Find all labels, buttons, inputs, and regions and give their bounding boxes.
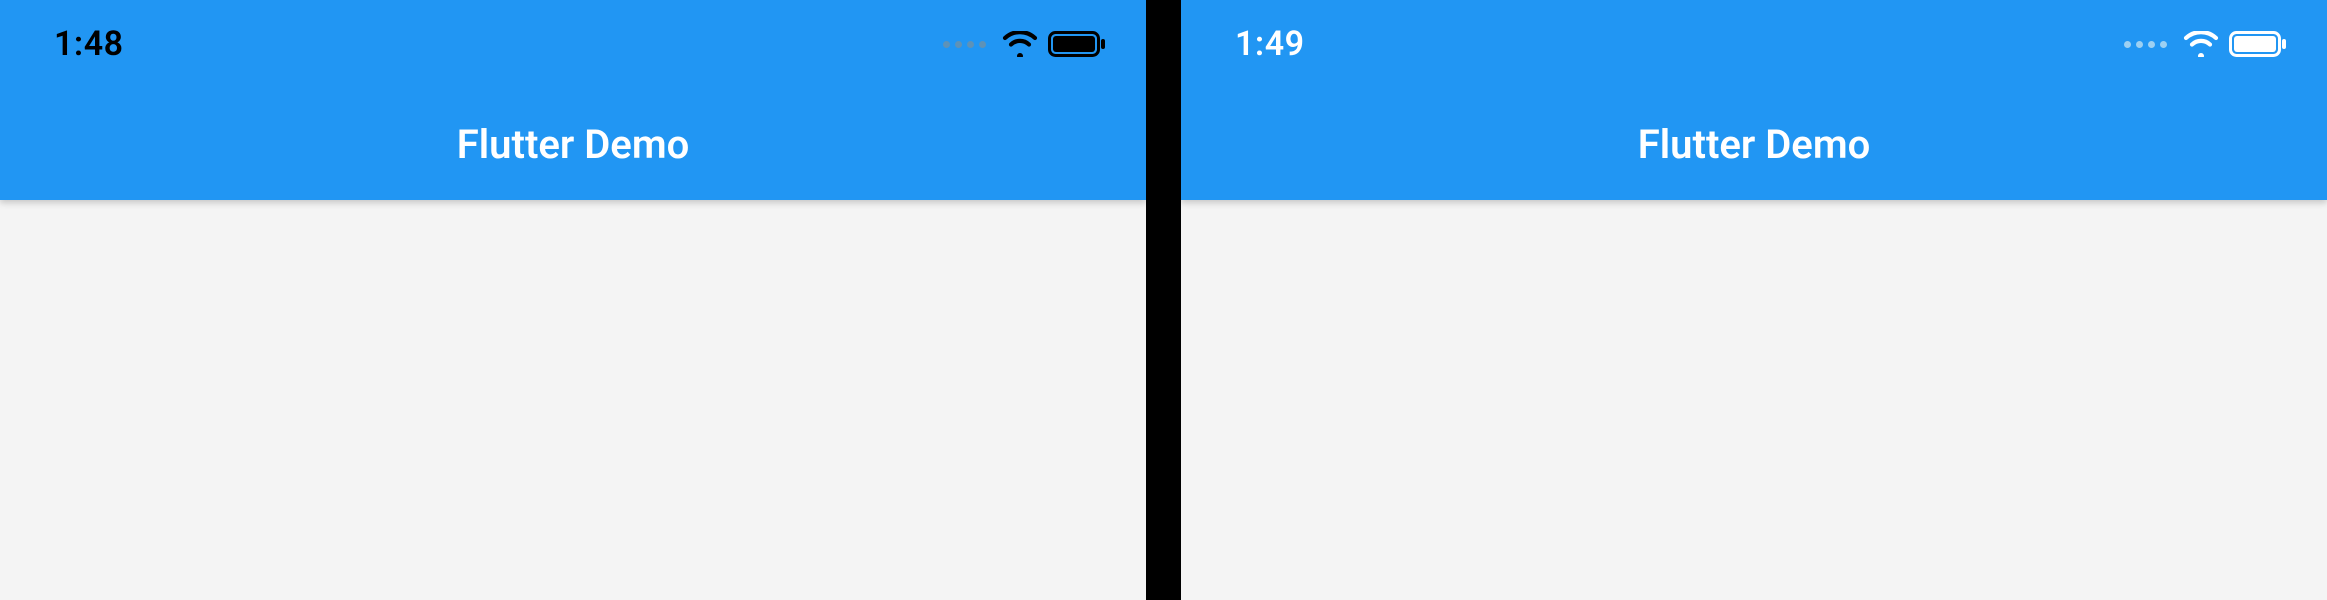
screens-divider (1146, 0, 1181, 600)
wifi-icon (1002, 31, 1038, 57)
battery-icon (1048, 31, 1106, 57)
status-bar: 1:49 (1181, 0, 2327, 88)
status-time: 1:49 (1235, 24, 1305, 64)
phone-screen-right: 1:49 (1181, 0, 2327, 600)
body-content (1181, 200, 2327, 600)
cellular-dots-icon (943, 41, 986, 48)
body-content (0, 200, 1146, 600)
appbar-area: 1:49 (1181, 0, 2327, 200)
appbar-title: Flutter Demo (457, 121, 689, 168)
cellular-dots-icon (2124, 41, 2167, 48)
status-bar: 1:48 (0, 0, 1146, 88)
battery-icon (2229, 31, 2287, 57)
status-time: 1:48 (54, 24, 124, 64)
appbar-title: Flutter Demo (1638, 121, 1870, 168)
status-icons (943, 31, 1106, 57)
phone-screen-left: 1:48 (0, 0, 1146, 600)
status-icons (2124, 31, 2287, 57)
appbar: Flutter Demo (1181, 88, 2327, 200)
appbar-area: 1:48 (0, 0, 1146, 200)
appbar: Flutter Demo (0, 88, 1146, 200)
wifi-icon (2183, 31, 2219, 57)
